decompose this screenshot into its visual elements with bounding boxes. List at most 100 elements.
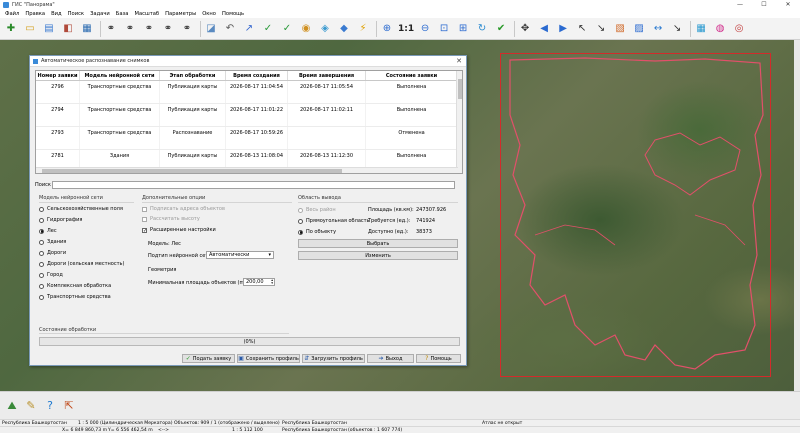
- move-icon[interactable]: ✥: [517, 21, 533, 37]
- zoom-out-icon[interactable]: ⊖: [417, 21, 433, 37]
- zoom-fit-icon[interactable]: ⊡: [436, 21, 452, 37]
- menu-item[interactable]: Задачи: [87, 11, 113, 17]
- close-arrow-icon[interactable]: ↘: [669, 21, 685, 37]
- lightning-icon[interactable]: ⚡: [355, 21, 371, 37]
- dialog-close-button[interactable]: ✕: [456, 57, 462, 65]
- open-folder-icon[interactable]: ▭: [22, 21, 38, 37]
- menu-item[interactable]: Окно: [199, 11, 219, 17]
- layers-stack-icon[interactable]: ◆: [336, 21, 352, 37]
- open-layer-icon[interactable]: ◧: [60, 21, 76, 37]
- model-option[interactable]: Транспортные средства: [39, 294, 111, 300]
- map-edit-tool-icon[interactable]: ✎: [23, 398, 39, 414]
- minimize-button[interactable]: —: [728, 0, 752, 9]
- map-vertical-scrollbar[interactable]: [794, 40, 800, 391]
- table-row[interactable]: 2796 Транспортные средства Публикация карт…: [36, 81, 462, 104]
- model-option[interactable]: Город: [39, 272, 63, 278]
- help-tool-icon[interactable]: ?: [42, 398, 58, 414]
- button-label: Помощь: [430, 355, 452, 362]
- model-option[interactable]: Гидрография: [39, 217, 82, 223]
- model-option[interactable]: Дороги: [39, 250, 66, 256]
- menu-item[interactable]: Вид: [48, 11, 65, 17]
- ruler-icon[interactable]: ↔: [650, 21, 666, 37]
- rgb-icon[interactable]: ◎: [731, 21, 747, 37]
- maximize-button[interactable]: ☐: [752, 0, 776, 9]
- save-profile-button[interactable]: ▣ Сохранить профиль: [237, 354, 300, 363]
- column-header[interactable]: Состояние заявки: [366, 71, 458, 80]
- table-row[interactable]: 2793 Транспортные средства Распознавание 20…: [36, 127, 462, 150]
- area-option-object[interactable]: По объекту: [298, 229, 336, 235]
- zoom-window-icon[interactable]: ⊞: [455, 21, 471, 37]
- status-y: Y= 6 556 462,54 m: [108, 428, 153, 433]
- binoculars-search-icon[interactable]: ⚭: [141, 21, 157, 37]
- cursor-forward-icon[interactable]: ▶: [555, 21, 571, 37]
- zoom-icon[interactable]: ◉: [298, 21, 314, 37]
- extended-settings-checkbox[interactable]: ✓ Расширенные настройки: [142, 227, 216, 233]
- arrow-icon[interactable]: ↗: [241, 21, 257, 37]
- close-window-button[interactable]: ✕: [776, 0, 800, 9]
- menu-item[interactable]: Поиск: [65, 11, 87, 17]
- layer-a-icon[interactable]: ▧: [612, 21, 628, 37]
- select-icon[interactable]: ◪: [203, 21, 219, 37]
- zoom-in-icon[interactable]: ⊕: [379, 21, 395, 37]
- column-header[interactable]: Время создания: [226, 71, 288, 80]
- layers-icon[interactable]: ◈: [317, 21, 333, 37]
- menu-item[interactable]: Параметры: [162, 11, 199, 17]
- select-area-button[interactable]: Выбрать: [298, 239, 458, 248]
- model-option[interactable]: Сельскохозяйственные поля: [39, 206, 123, 212]
- checkmark-icon[interactable]: ✔: [493, 21, 509, 37]
- lasso-icon[interactable]: ↶: [222, 21, 238, 37]
- area-option-all[interactable]: Весь район: [298, 207, 336, 213]
- radio-label: Транспортные средства: [47, 294, 111, 300]
- model-option[interactable]: Дороги (сельская местность): [39, 261, 124, 267]
- spin-down-icon[interactable]: ▾: [271, 281, 273, 285]
- submit-button[interactable]: ✓ Подать заявку: [182, 354, 235, 363]
- refresh-icon[interactable]: ↻: [474, 21, 490, 37]
- load-profile-button[interactable]: ⇵ Загрузить профиль: [302, 354, 365, 363]
- open-map-icon[interactable]: ▤: [41, 21, 57, 37]
- model-option[interactable]: Комплексная обработка: [39, 283, 111, 289]
- map-icon[interactable]: ▦: [79, 21, 95, 37]
- extra-section-title: Дополнительные опции: [142, 195, 206, 201]
- menu-item[interactable]: Файл: [2, 11, 22, 17]
- column-header[interactable]: Номер заявки: [36, 71, 80, 80]
- cursor-back-icon[interactable]: ◀: [536, 21, 552, 37]
- area-option-rect[interactable]: Прямоугольная область: [298, 218, 370, 224]
- table-cell: Публикация карты: [160, 104, 226, 126]
- column-header[interactable]: Модель нейронной сети: [80, 71, 160, 80]
- search-input[interactable]: [52, 180, 455, 189]
- mark-icon[interactable]: ✓: [279, 21, 295, 37]
- grid-icon[interactable]: ▦: [693, 21, 709, 37]
- layer-b-icon[interactable]: ▨: [631, 21, 647, 37]
- height-checkbox[interactable]: Рассчитать высоту: [142, 216, 200, 222]
- column-header[interactable]: Время завершения: [288, 71, 366, 80]
- model-option[interactable]: Здания: [39, 239, 66, 245]
- radio-label: Дороги: [47, 250, 67, 256]
- min-area-stepper[interactable]: 200,00 ▴ ▾: [243, 278, 275, 286]
- table-vertical-scrollbar[interactable]: [456, 71, 462, 173]
- help-button[interactable]: ? Помощь: [416, 354, 461, 363]
- table-horizontal-scrollbar[interactable]: [36, 167, 458, 173]
- change-area-button[interactable]: Изменить: [298, 251, 458, 260]
- binoculars-find-icon[interactable]: ⚭: [122, 21, 138, 37]
- new-doc-icon[interactable]: ✚: [3, 21, 19, 37]
- menu-item[interactable]: База: [113, 11, 132, 17]
- binoculars-next-icon[interactable]: ⚭: [160, 21, 176, 37]
- menu-item[interactable]: Помощь: [219, 11, 247, 17]
- column-header[interactable]: Этап обработки: [160, 71, 226, 80]
- exit-button[interactable]: ➔ Выход: [367, 354, 414, 363]
- binoculars-icon[interactable]: ⚭: [103, 21, 119, 37]
- subtype-select[interactable]: Автоматически ▾: [206, 251, 274, 259]
- model-option[interactable]: Лес: [39, 228, 57, 234]
- address-checkbox[interactable]: Подписать адреса объектов: [142, 206, 225, 212]
- menu-item[interactable]: Правка: [22, 11, 48, 17]
- scale-one-to-one-button[interactable]: 1:1: [398, 24, 414, 34]
- exit-tool-icon[interactable]: ⇱: [61, 398, 77, 414]
- menu-item[interactable]: Масштаб: [131, 11, 162, 17]
- edit-icon[interactable]: ✓: [260, 21, 276, 37]
- cursor-icon[interactable]: ↖: [574, 21, 590, 37]
- layers-tool-icon[interactable]: ⛰: [4, 398, 20, 414]
- binoculars-all-icon[interactable]: ⚭: [179, 21, 195, 37]
- palette-icon[interactable]: ◍: [712, 21, 728, 37]
- table-row[interactable]: 2794 Транспортные средства Публикация карт…: [36, 104, 462, 127]
- select-point-icon[interactable]: ↘: [593, 21, 609, 37]
